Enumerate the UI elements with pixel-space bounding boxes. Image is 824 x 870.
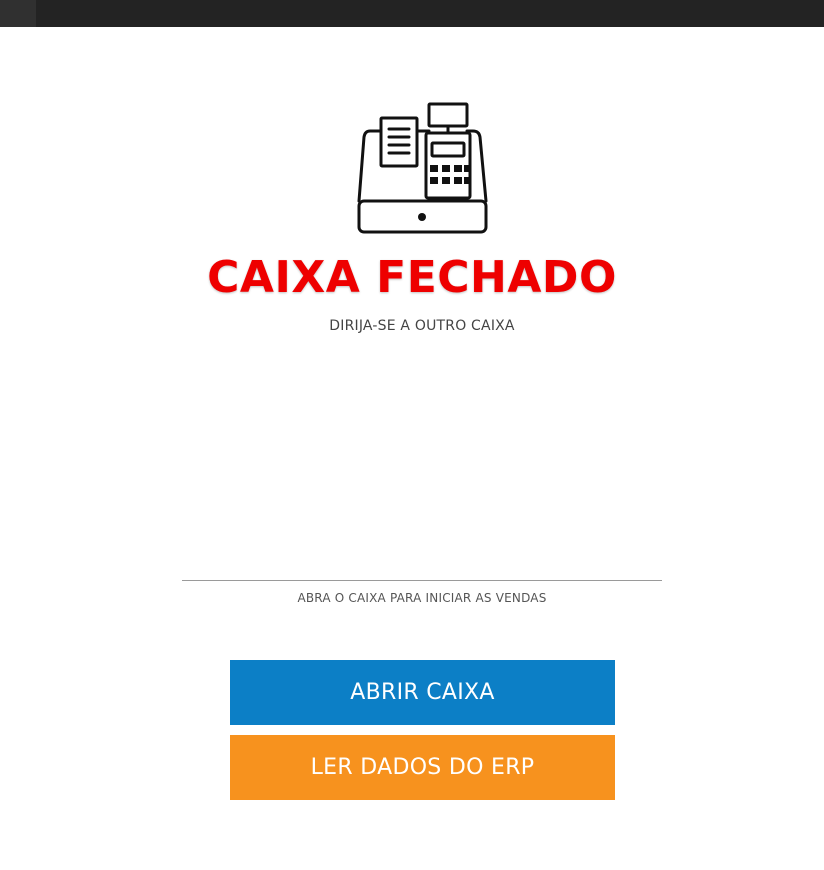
status-title: CAIXA FECHADO (207, 252, 617, 303)
read-erp-data-button[interactable]: LER DADOS DO ERP (230, 735, 615, 800)
top-bar-tab[interactable] (0, 0, 36, 27)
divider (182, 580, 662, 581)
status-subtitle: DIRIJA-SE A OUTRO CAIXA (329, 318, 515, 334)
open-hint-text: ABRA O CAIXA PARA INICIAR AS VENDAS (297, 591, 547, 605)
cash-register-icon (356, 101, 490, 235)
open-register-button[interactable]: ABRIR CAIXA (230, 660, 615, 725)
top-bar (0, 0, 824, 27)
